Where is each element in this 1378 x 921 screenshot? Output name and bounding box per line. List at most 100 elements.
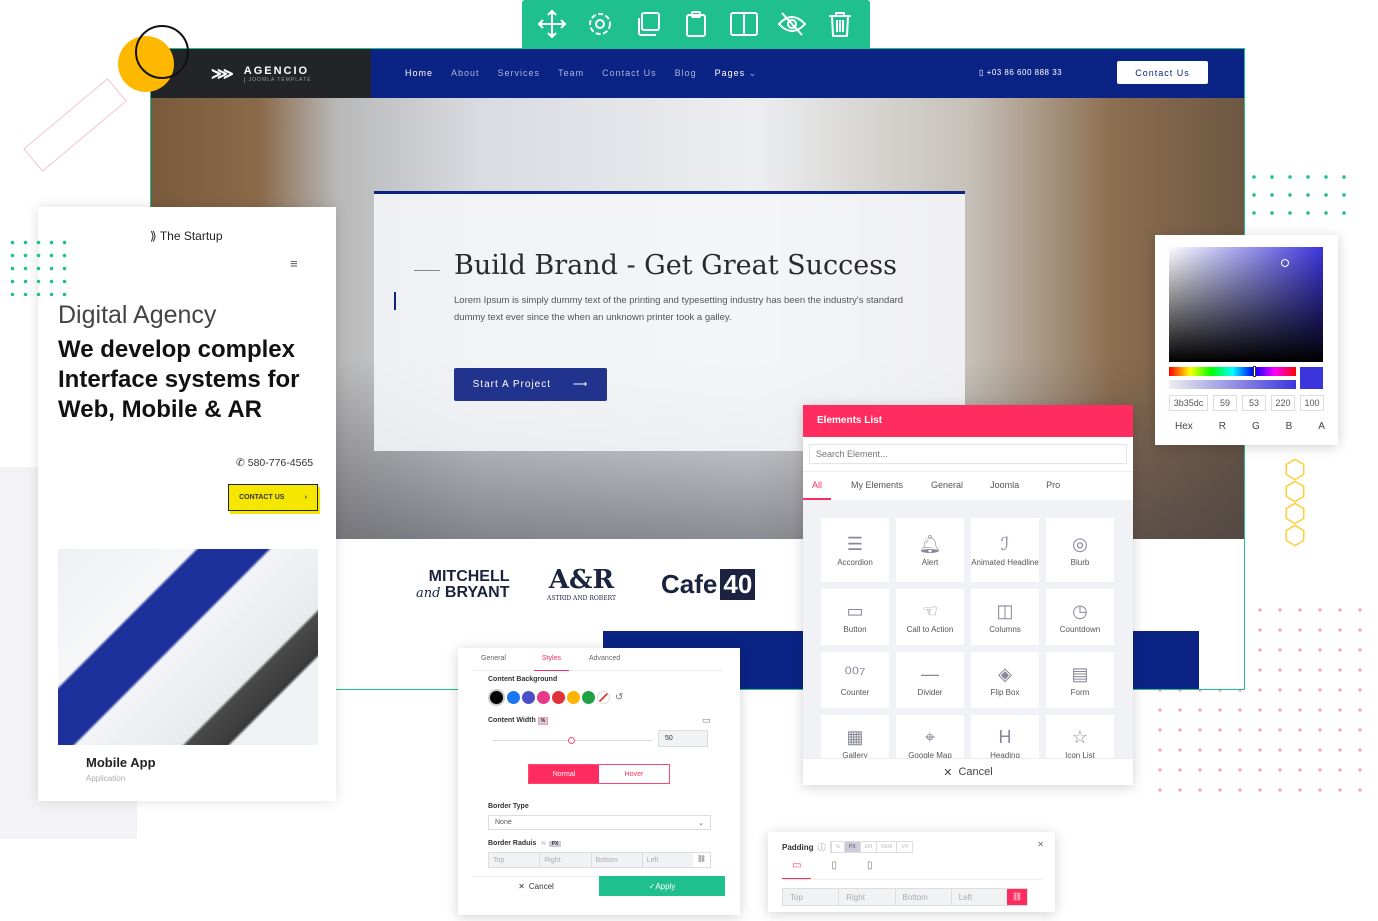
unit-vh[interactable]: VH [896,842,912,852]
tab-general[interactable]: General [931,480,963,490]
width-value-input[interactable]: 50 [658,730,708,747]
element-icon-list[interactable]: ☆ Icon List [1046,715,1114,758]
unit-toggle[interactable]: % [537,717,549,725]
radius-left-input[interactable]: Left [641,853,693,867]
apply-button[interactable]: ✓ Apply [599,876,725,896]
element-call-to-action[interactable]: ☜ Call to Action [896,589,964,645]
color-swatch[interactable] [582,691,595,704]
unit-percent[interactable]: % [830,842,844,852]
normal-state-button[interactable]: Normal [529,765,599,783]
element-label: Accordion [837,557,873,567]
tab-general[interactable]: General [473,655,514,670]
stopwatch-icon: ◷ [1072,600,1088,621]
element-countdown[interactable]: ◷ Countdown [1046,589,1114,645]
element-divider[interactable]: — Divider [896,652,964,708]
mobile-device-icon[interactable]: ▯ [867,860,873,879]
unit-em[interactable]: EM [859,842,877,852]
columns-icon[interactable] [727,7,761,41]
elements-cancel-button[interactable]: ✕ Cancel [803,758,1133,785]
nav-home[interactable]: Home [405,68,433,79]
element-animated-headline[interactable]: ℐ Animated Headline [971,518,1039,582]
link-icon[interactable]: ⛓ [1007,889,1027,905]
color-swatch[interactable] [567,691,580,704]
g-input[interactable]: 53 [1242,395,1266,411]
element-form[interactable]: ▤ Form [1046,652,1114,708]
search-element-input[interactable] [809,444,1127,464]
trash-icon[interactable] [823,7,857,41]
nav-contact[interactable]: Contact Us [602,68,657,79]
padding-top-input[interactable]: Top [783,889,838,905]
color-swatch[interactable] [522,691,535,704]
desktop-device-icon[interactable]: ▭ [782,860,812,879]
slider-indicator[interactable] [394,292,396,310]
unit-px[interactable]: PX [844,842,860,852]
color-swatch[interactable] [488,689,505,706]
unit-rem[interactable]: REM [876,842,896,852]
padding-left-input[interactable]: Left [950,889,1007,905]
width-slider[interactable] [493,737,653,744]
green-triangles-decoration [6,236,68,296]
color-cursor[interactable] [1281,259,1289,267]
radius-top-input[interactable]: Top [489,853,539,867]
color-swatch[interactable] [507,691,520,704]
nav-services[interactable]: Services [498,68,541,79]
tab-styles[interactable]: Styles [533,655,569,671]
padding-right-input[interactable]: Right [838,889,894,905]
alpha-slider[interactable] [1169,380,1296,389]
padding-bottom-input[interactable]: Bottom [894,889,951,905]
unit-percent[interactable]: % [538,841,548,847]
nav-blog[interactable]: Blog [675,68,697,79]
tablet-device-icon[interactable]: ▯ [831,860,837,879]
mobile-contact-button[interactable]: CONTACT US › [228,484,318,511]
tab-advanced[interactable]: Advanced [589,655,620,670]
element-gallery[interactable]: ▦ Gallery [821,715,889,758]
element-flip-box[interactable]: ◈ Flip Box [971,652,1039,708]
unlink-icon[interactable]: ⛓ [693,853,710,867]
tab-all[interactable]: All [803,473,832,500]
duplicate-icon[interactable] [631,7,665,41]
unit-px[interactable]: PX [548,841,562,847]
startup-brand[interactable]: ⟫ The Startup [150,229,223,243]
border-type-select[interactable]: None ⌄ [488,815,711,830]
element-blurb[interactable]: ◎ Blurb [1046,518,1114,582]
radius-bottom-input[interactable]: Bottom [590,853,642,867]
reset-icon[interactable]: ↺ [615,692,623,703]
element-counter[interactable]: ⁰⁰⁷ Counter [821,652,889,708]
start-project-button[interactable]: Start A Project ⟶ [454,368,607,401]
mobile-app-image[interactable] [58,549,318,745]
clipboard-icon[interactable] [679,7,713,41]
color-swatch[interactable] [552,691,565,704]
desktop-icon[interactable]: ▭ [702,715,711,726]
element-accordion[interactable]: ☰ Accordion [821,518,889,582]
nav-about[interactable]: About [451,68,480,79]
gear-icon[interactable] [583,7,617,41]
hue-slider[interactable] [1169,366,1296,377]
no-color-swatch[interactable] [597,691,610,704]
tab-my-elements[interactable]: My Elements [851,480,903,490]
element-google-map[interactable]: ⌖ Google Map [896,715,964,758]
nav-team[interactable]: Team [558,68,584,79]
r-input[interactable]: 59 [1213,395,1237,411]
radius-right-input[interactable]: Right [539,853,590,867]
hex-input[interactable]: 3b35dc [1169,395,1208,411]
contact-us-button[interactable]: Contact Us [1117,61,1208,84]
saturation-area[interactable] [1169,247,1323,362]
tab-joomla[interactable]: Joomla [990,480,1019,490]
move-icon[interactable] [535,7,569,41]
element-heading[interactable]: H Heading [971,715,1039,758]
element-alert[interactable]: 🔔︎ Alert [896,518,964,582]
hamburger-icon[interactable]: ≡ [290,256,298,271]
color-swatch[interactable] [537,691,550,704]
b-input[interactable]: 220 [1271,395,1295,411]
element-button[interactable]: ▭ Button [821,589,889,645]
hover-state-button[interactable]: Hover [599,765,669,783]
a-input[interactable]: 100 [1300,395,1324,411]
element-columns[interactable]: ◫ Columns [971,589,1039,645]
styles-cancel-button[interactable]: ✕ Cancel [473,876,599,896]
hide-icon[interactable] [775,7,809,41]
tab-pro[interactable]: Pro [1046,480,1060,490]
element-label: Gallery [842,750,868,759]
close-icon[interactable]: ✕ [1037,840,1044,849]
nav-pages[interactable]: Pages ⌄ [715,68,758,79]
help-icon[interactable]: ⓘ [818,842,826,853]
